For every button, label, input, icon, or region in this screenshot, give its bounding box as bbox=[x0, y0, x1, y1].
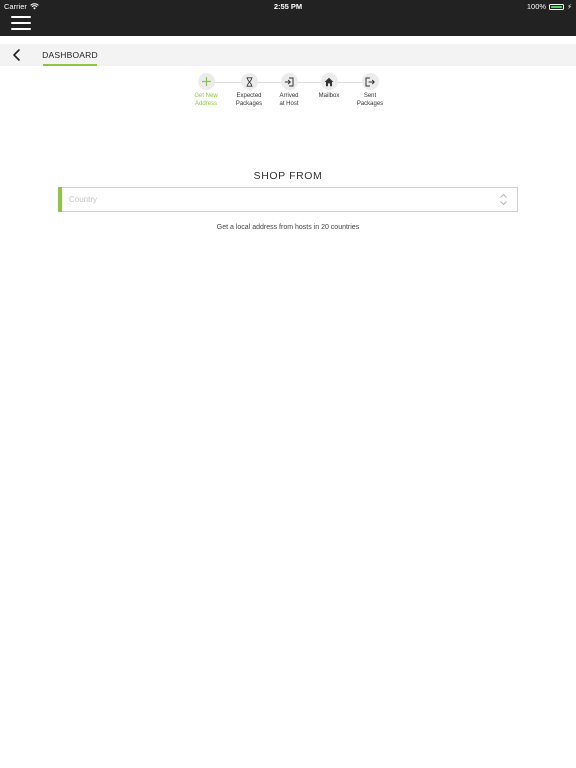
shop-from-heading: SHOP FROM bbox=[253, 170, 323, 182]
tab-active-underline bbox=[43, 64, 97, 66]
step-arrived-at-host[interactable]: Arrived at Host bbox=[269, 73, 309, 108]
battery-percent: 100% bbox=[526, 2, 547, 11]
step-label: Expected Packages bbox=[235, 93, 263, 107]
step-label: Get New Address bbox=[194, 93, 218, 107]
select-accent-bar bbox=[58, 187, 62, 212]
plus-icon bbox=[201, 77, 211, 86]
tab-dashboard[interactable]: DASHBOARD bbox=[42, 44, 97, 66]
battery-icon bbox=[549, 3, 565, 10]
hourglass-icon bbox=[246, 76, 252, 87]
chevron-up-down-icon bbox=[500, 193, 507, 206]
step-label: Sent Packages bbox=[356, 93, 384, 107]
helper-text: Get a local address from hosts in 20 cou… bbox=[216, 224, 360, 231]
country-placeholder: Country bbox=[69, 195, 98, 204]
step-label: Arrived at Host bbox=[279, 93, 299, 107]
hamburger-menu-icon[interactable] bbox=[11, 16, 31, 30]
home-icon bbox=[324, 77, 334, 86]
status-battery: 100% ⚡ bbox=[527, 2, 572, 11]
sub-header: DASHBOARD bbox=[0, 44, 576, 66]
sign-in-icon bbox=[284, 77, 294, 86]
chevron-left-icon[interactable] bbox=[10, 48, 24, 62]
charging-bolt-icon: ⚡ bbox=[567, 3, 572, 11]
country-select[interactable]: Country bbox=[58, 187, 518, 212]
status-time: 2:55 PM bbox=[273, 2, 303, 11]
step-expected-packages[interactable]: Expected Packages bbox=[229, 73, 269, 108]
top-bar: Carrier 2:55 PM 100% ⚡ bbox=[0, 0, 576, 36]
step-get-new-address[interactable]: Get New Address bbox=[186, 73, 226, 108]
sign-out-icon bbox=[365, 77, 375, 86]
step-label: Mailbox bbox=[318, 93, 340, 99]
step-sent-packages[interactable]: Sent Packages bbox=[350, 73, 390, 108]
progress-stepper: Get New Address Expected Packages Arrived a… bbox=[187, 73, 391, 113]
step-mailbox[interactable]: Mailbox bbox=[309, 73, 349, 101]
